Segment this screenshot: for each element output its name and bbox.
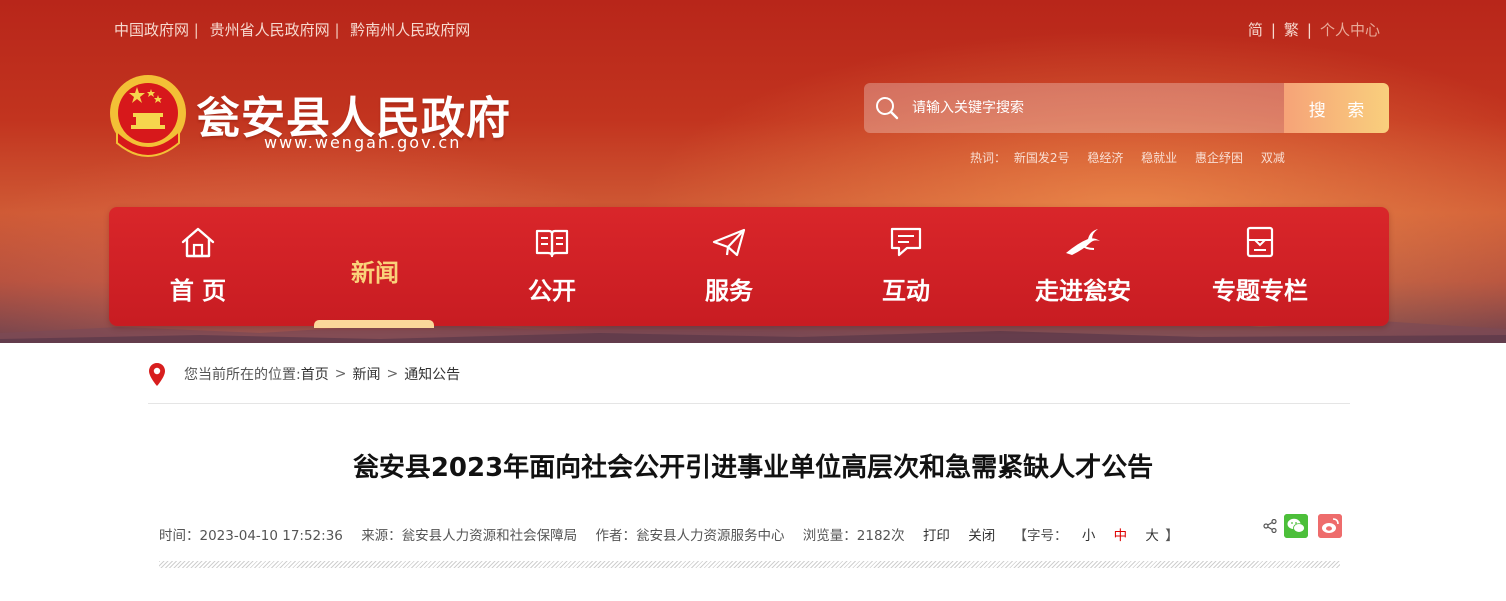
weibo-icon[interactable] <box>1318 514 1342 538</box>
link-guizhou-gov[interactable]: 贵州省人民政府网 <box>210 21 330 39</box>
hot-word-link[interactable]: 双减 <box>1261 151 1285 165</box>
traditional-chinese-link[interactable]: 繁 <box>1284 21 1299 39</box>
header-banner: 中国政府网 | 贵州省人民政府网 | 黔南州人民政府网 简 | 繁 | 个人中心 瓮安县… <box>0 0 1506 343</box>
search-input[interactable] <box>912 100 1252 116</box>
breadcrumb-item-news[interactable]: 新闻 <box>352 364 380 384</box>
breadcrumb-label: 您当前所在的位置: <box>184 367 301 383</box>
nav-label-topics: 专题专栏 <box>1212 277 1308 305</box>
site-domain: www.wengan.gov.cn <box>264 133 462 152</box>
search-icon <box>876 97 899 120</box>
article-title: 瓮安县2023年面向社会公开引进事业单位高层次和急需紧缺人才公告 <box>352 453 1154 483</box>
hot-words: 热词： 新国发2号 稳经济 稳就业 惠企纾困 双减 <box>970 149 1299 166</box>
link-qiannan-gov[interactable]: 黔南州人民政府网 <box>350 21 470 39</box>
nav-item-open[interactable]: 公开 <box>463 207 641 326</box>
nav-item-interact[interactable]: 互动 <box>817 207 995 326</box>
home-icon <box>181 227 215 258</box>
nav-item-home[interactable]: 首 页 <box>109 207 287 326</box>
divider: | <box>334 21 340 39</box>
hot-word-link[interactable]: 稳经济 <box>1087 151 1123 165</box>
nav-item-news[interactable]: 新闻 <box>286 207 464 328</box>
hot-words-label: 热词： <box>970 151 1007 165</box>
article-meta: 时间：2023-04-10 17:52:36 来源：瓮安县人力资源和社会保障局 … <box>159 524 1179 544</box>
book-icon <box>535 229 569 258</box>
nav-label-open: 公开 <box>528 277 576 305</box>
share-bar <box>1263 514 1342 538</box>
chat-icon <box>890 227 922 257</box>
nav-label-about: 走进瓮安 <box>1035 277 1131 305</box>
close-link[interactable]: 关闭 <box>968 528 995 544</box>
crane-icon <box>1066 229 1100 255</box>
font-size-medium[interactable]: 中 <box>1114 528 1128 544</box>
share-icon <box>1263 519 1277 533</box>
active-tab-indicator <box>314 320 434 328</box>
national-emblem-icon[interactable] <box>107 73 189 163</box>
link-china-gov[interactable]: 中国政府网 <box>114 21 189 39</box>
view-count: 浏览量：2182次 <box>802 528 905 544</box>
hot-word-link[interactable]: 稳就业 <box>1141 151 1177 165</box>
font-size-label: 【字号： <box>1013 528 1068 544</box>
divider-line <box>148 403 1350 404</box>
divider: | <box>1306 21 1312 39</box>
nav-label-news: 新闻 <box>351 259 399 287</box>
font-size-bracket-end: 】 <box>1165 528 1179 544</box>
breadcrumb-item-home[interactable]: 首页 <box>301 364 329 384</box>
nav-label-home: 首 页 <box>169 277 227 305</box>
hot-word-link[interactable]: 新国发2号 <box>1014 151 1070 165</box>
article-author: 作者：瓮安县人力资源服务中心 <box>595 528 785 544</box>
top-gov-links: 中国政府网 | 贵州省人民政府网 | 黔南州人民政府网 <box>114 19 470 40</box>
breadcrumb: 您当前所在的位置: 首页 > 新闻 > 通知公告 <box>148 361 460 387</box>
top-right-links: 简 | 繁 | 个人中心 <box>1248 19 1380 40</box>
search-bar: 搜 索 <box>864 83 1389 133</box>
print-link[interactable]: 打印 <box>923 528 950 544</box>
divider: | <box>193 21 199 39</box>
font-size-large[interactable]: 大 <box>1145 528 1159 544</box>
breadcrumb-separator: > <box>334 366 347 382</box>
publish-time: 时间：2023-04-10 17:52:36 <box>159 528 343 544</box>
search-field-wrapper <box>864 83 1284 133</box>
hot-word-link[interactable]: 惠企纾困 <box>1195 151 1243 165</box>
location-pin-icon <box>149 362 165 386</box>
folder-icon <box>1246 226 1274 258</box>
breadcrumb-item-notice[interactable]: 通知公告 <box>404 364 460 384</box>
wechat-icon[interactable] <box>1284 514 1308 538</box>
nav-label-interact: 互动 <box>882 277 930 305</box>
breadcrumb-separator: > <box>386 366 399 382</box>
main-nav: 首 页 新闻 公开 服务 互动 走进瓮安 专题专栏 <box>109 207 1389 328</box>
simplified-chinese-link[interactable]: 简 <box>1248 21 1263 39</box>
article-source: 来源：瓮安县人力资源和社会保障局 <box>361 528 578 544</box>
nav-item-about[interactable]: 走进瓮安 <box>994 207 1172 326</box>
personal-center-link[interactable]: 个人中心 <box>1320 21 1380 39</box>
divider: | <box>1270 21 1276 39</box>
nav-item-topics[interactable]: 专题专栏 <box>1171 207 1349 326</box>
nav-item-service[interactable]: 服务 <box>640 207 818 326</box>
font-size-small[interactable]: 小 <box>1082 528 1096 544</box>
hatched-divider <box>159 561 1340 568</box>
nav-label-service: 服务 <box>705 277 753 305</box>
search-button[interactable]: 搜 索 <box>1284 83 1389 133</box>
paper-plane-icon <box>712 228 746 257</box>
